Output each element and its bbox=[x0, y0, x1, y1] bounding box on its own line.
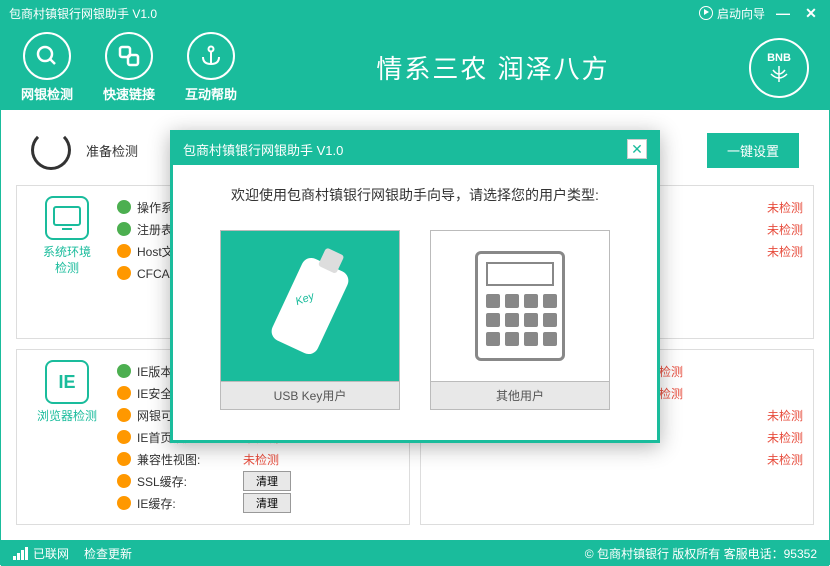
option-other-user[interactable]: 其他用户 bbox=[430, 230, 610, 410]
modal-close-button[interactable]: ✕ bbox=[627, 139, 647, 159]
wizard-modal: 包商村镇银行网银助手 V1.0 ✕ 欢迎使用包商村镇银行网银助手向导，请选择您的… bbox=[170, 130, 660, 443]
option-usb-key[interactable]: Key USB Key用户 bbox=[220, 230, 400, 410]
calculator-icon bbox=[431, 231, 609, 381]
modal-title: 包商村镇银行网银助手 V1.0 bbox=[183, 140, 627, 159]
usb-key-icon: Key bbox=[221, 231, 399, 381]
modal-overlay: 包商村镇银行网银助手 V1.0 ✕ 欢迎使用包商村镇银行网银助手向导，请选择您的… bbox=[0, 0, 830, 565]
modal-message: 欢迎使用包商村镇银行网银助手向导，请选择您的用户类型: bbox=[203, 185, 627, 205]
